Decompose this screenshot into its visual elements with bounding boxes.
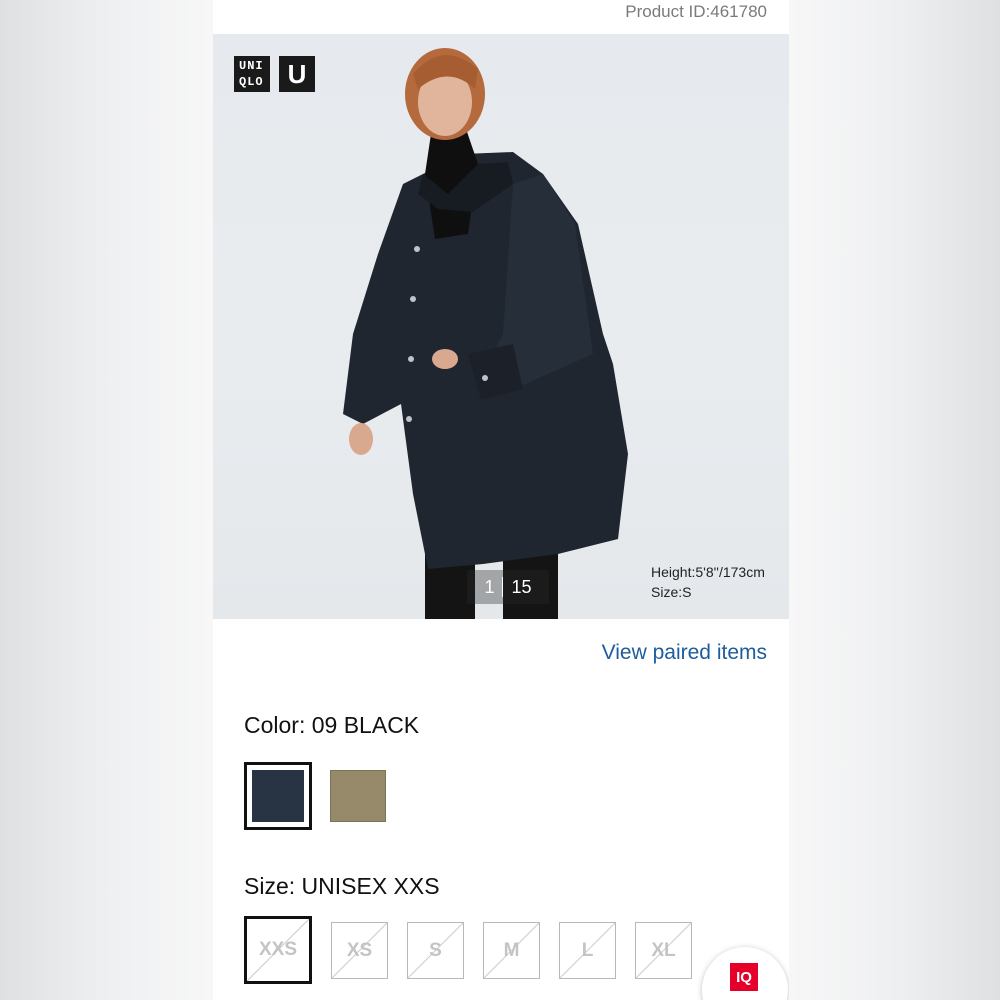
model-info: Height:5'8''/173cm Size:S xyxy=(651,562,765,602)
product-image-carousel[interactable]: UNI QLO U 1 15 Height:5'8''/173cm Size:S xyxy=(213,34,789,619)
color-swatches xyxy=(244,762,392,830)
model-height: Height:5'8''/173cm xyxy=(651,564,765,580)
unavailable-strike-icon xyxy=(247,919,309,981)
image-counter-total: 15 xyxy=(511,576,532,597)
swatch-black[interactable] xyxy=(244,762,312,830)
size-option-xl[interactable]: XL xyxy=(635,922,692,979)
unavailable-strike-icon xyxy=(332,923,387,978)
size-option-xs[interactable]: XS xyxy=(331,922,388,979)
unavailable-strike-icon xyxy=(408,923,463,978)
size-options: XXS XS S M L XL xyxy=(244,916,692,984)
image-counter-current: 1 xyxy=(484,576,495,597)
color-label: Color: 09 BLACK xyxy=(244,712,420,738)
model-size: Size:S xyxy=(651,584,692,600)
uniqlo-logo-box: UNI QLO xyxy=(234,56,270,92)
size-option-s[interactable]: S xyxy=(407,922,464,979)
size-option-l[interactable]: L xyxy=(559,922,616,979)
unavailable-strike-icon xyxy=(484,923,539,978)
view-paired-items-link[interactable]: View paired items xyxy=(602,641,767,665)
swatch-olive[interactable] xyxy=(324,762,392,830)
swatch-olive-fill xyxy=(330,770,386,822)
product-photo xyxy=(343,48,628,619)
product-id: Product ID:461780 xyxy=(625,2,767,21)
image-counter: 1 15 xyxy=(467,570,549,604)
uniqlo-logo: UNI QLO U xyxy=(234,56,315,92)
swatch-black-fill xyxy=(252,770,304,822)
size-label: Size: UNISEX XXS xyxy=(244,873,440,899)
product-page: Product ID:461780 UNI QLO U 1 15 Height:… xyxy=(213,0,789,1000)
unavailable-strike-icon xyxy=(560,923,615,978)
iq-chat-icon: IQ xyxy=(730,963,758,991)
iq-assistant-button[interactable]: IQ xyxy=(702,947,788,1000)
unavailable-strike-icon xyxy=(636,923,691,978)
uniqlo-u-logo: U xyxy=(279,56,315,92)
counter-divider xyxy=(502,577,504,597)
size-option-m[interactable]: M xyxy=(483,922,540,979)
size-option-xxs[interactable]: XXS xyxy=(244,916,312,984)
